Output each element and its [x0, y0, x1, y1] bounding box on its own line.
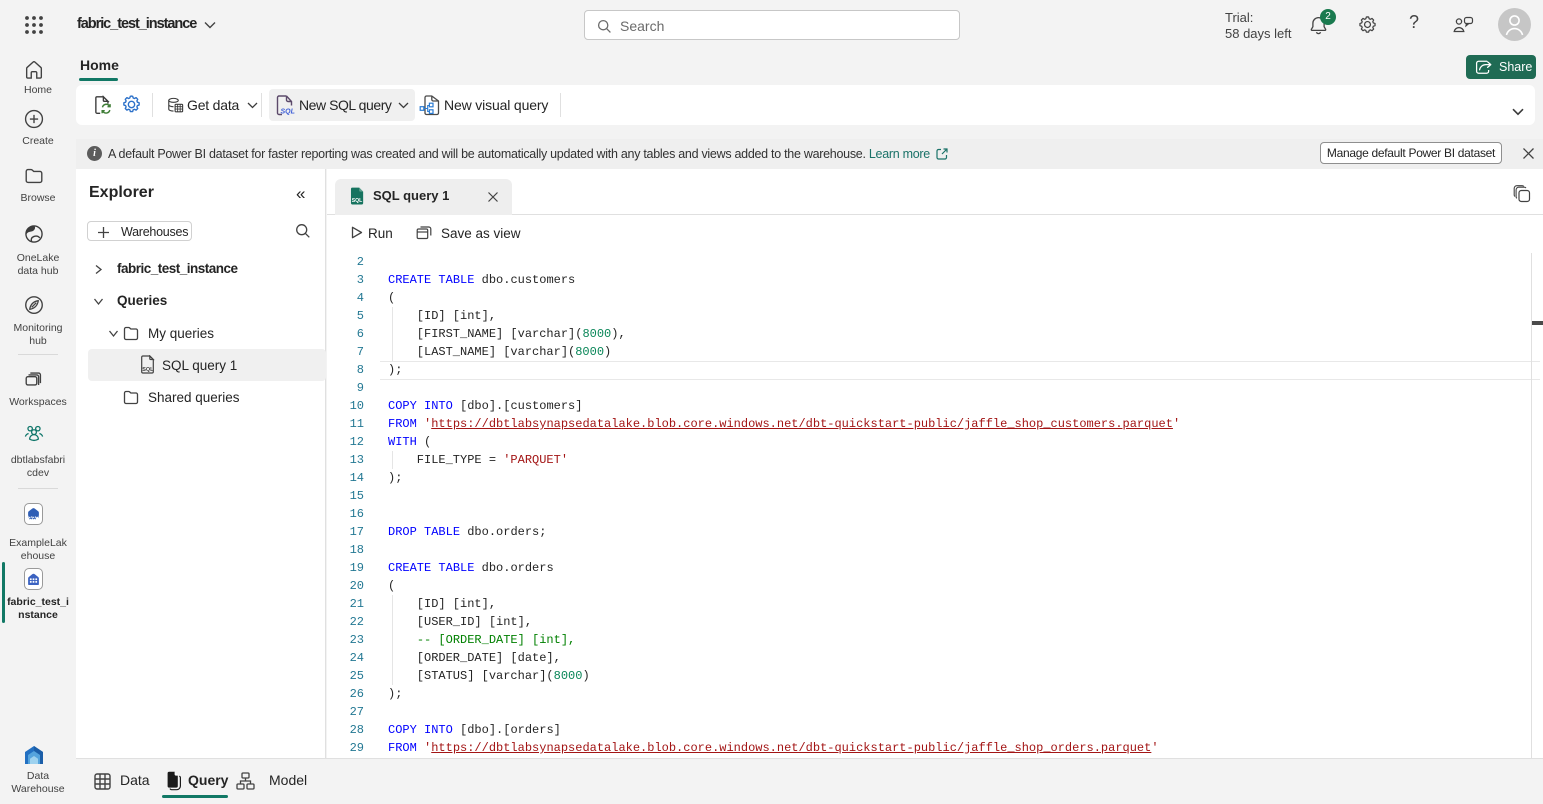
svg-text:SQL: SQL: [352, 198, 363, 204]
svg-text:SQL: SQL: [281, 109, 295, 116]
svg-text:SQL: SQL: [142, 367, 154, 373]
